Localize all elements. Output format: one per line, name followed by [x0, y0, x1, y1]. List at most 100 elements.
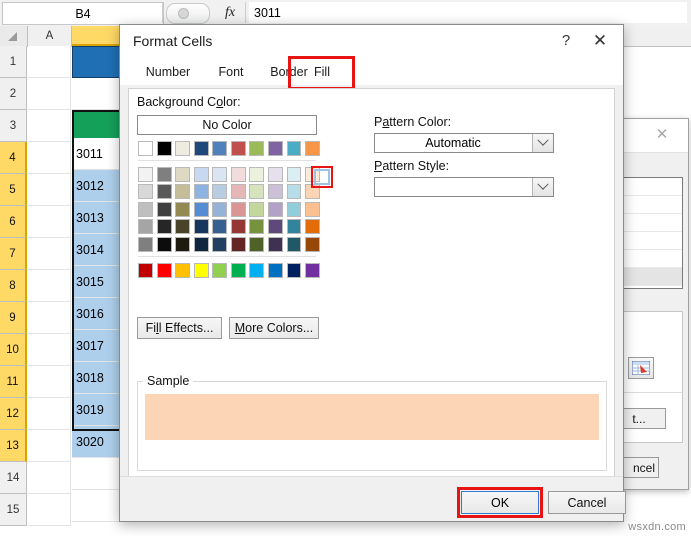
swatch-v1-2[interactable] [175, 167, 191, 182]
cancel-button[interactable]: Cancel [548, 491, 626, 514]
swatch-std-7[interactable] [267, 262, 283, 278]
row-header-7[interactable]: 7 [0, 238, 27, 270]
close-icon[interactable]: ✕ [589, 31, 611, 51]
swatch-v1-3[interactable] [193, 167, 209, 182]
swatch-theme-7[interactable] [267, 141, 283, 156]
list-item[interactable] [622, 196, 682, 214]
row-header-15[interactable]: 15 [0, 494, 27, 526]
chevron-down-icon[interactable] [532, 178, 553, 196]
swatch-v5-9[interactable] [305, 236, 321, 252]
swatch-v4-7[interactable] [267, 219, 283, 235]
fill-effects-button[interactable]: Fill Effects... [137, 317, 222, 339]
row-header-14[interactable]: 14 [0, 462, 27, 494]
row-header-13[interactable]: 13 [0, 430, 27, 462]
swatch-theme-2[interactable] [175, 141, 191, 156]
tab-font[interactable]: Font [204, 59, 258, 85]
cell-a5[interactable] [28, 174, 71, 206]
list-item[interactable] [622, 250, 682, 268]
swatch-v4-5[interactable] [230, 219, 246, 235]
cell-a15[interactable] [28, 494, 71, 526]
cell-a11[interactable] [28, 366, 71, 398]
swatch-v5-5[interactable] [230, 236, 246, 252]
list-item[interactable] [622, 214, 682, 232]
background-dialog-listbox[interactable] [621, 177, 683, 289]
name-box[interactable]: B4 [2, 2, 164, 25]
swatch-v1-7[interactable] [267, 167, 283, 182]
swatch-v2-3[interactable] [193, 184, 209, 200]
swatch-v2-2[interactable] [175, 184, 191, 200]
swatch-v3-2[interactable] [175, 201, 191, 217]
cell-a12[interactable] [28, 398, 71, 430]
row-header-6[interactable]: 6 [0, 206, 27, 238]
swatch-v1-6[interactable] [249, 167, 265, 182]
swatch-std-2[interactable] [175, 262, 191, 278]
swatch-v4-0[interactable] [138, 219, 153, 235]
cell-a13[interactable] [28, 430, 71, 462]
swatch-theme-1[interactable] [156, 141, 172, 156]
more-colors-button[interactable]: More Colors... [229, 317, 319, 339]
row-header-5[interactable]: 5 [0, 174, 27, 206]
swatch-theme-8[interactable] [286, 141, 302, 156]
swatch-v3-8[interactable] [286, 201, 302, 217]
swatch-v5-0[interactable] [138, 236, 153, 252]
swatch-theme-0[interactable] [138, 141, 153, 156]
swatch-v5-2[interactable] [175, 236, 191, 252]
swatch-std-8[interactable] [286, 262, 302, 278]
swatch-v3-1[interactable] [156, 201, 172, 217]
swatch-v1-4[interactable] [212, 167, 228, 182]
swatch-v5-3[interactable] [193, 236, 209, 252]
row-header-8[interactable]: 8 [0, 270, 27, 302]
cell-a9[interactable] [28, 302, 71, 334]
swatch-v4-4[interactable] [212, 219, 228, 235]
cell-a6[interactable] [28, 206, 71, 238]
swatch-v4-1[interactable] [156, 219, 172, 235]
swatch-std-6[interactable] [249, 262, 265, 278]
tab-number[interactable]: Number [136, 59, 200, 85]
row-header-9[interactable]: 9 [0, 302, 27, 334]
cell-a4[interactable] [28, 142, 71, 174]
row-header-4[interactable]: 4 [0, 142, 27, 174]
cell-a7[interactable] [28, 238, 71, 270]
formula-input[interactable]: 3011 [249, 2, 687, 23]
swatch-theme-5[interactable] [230, 141, 246, 156]
swatch-std-4[interactable] [212, 262, 228, 278]
help-icon[interactable]: ? [556, 31, 576, 51]
swatch-theme-4[interactable] [212, 141, 228, 156]
chevron-down-icon[interactable] [532, 134, 553, 152]
cell-a8[interactable] [28, 270, 71, 302]
no-color-button[interactable]: No Color [137, 115, 317, 135]
list-item[interactable] [622, 268, 682, 286]
swatch-v2-5[interactable] [230, 184, 246, 200]
list-item[interactable] [622, 178, 682, 196]
row-header-1[interactable]: 1 [0, 46, 27, 78]
cell-a1[interactable] [28, 46, 71, 78]
swatch-std-5[interactable] [230, 262, 246, 278]
swatch-v2-6[interactable] [249, 184, 265, 200]
swatch-v3-4[interactable] [212, 201, 228, 217]
swatch-v4-8[interactable] [286, 219, 302, 235]
swatch-v2-1[interactable] [156, 184, 172, 200]
swatch-std-0[interactable] [138, 262, 153, 278]
row-header-10[interactable]: 10 [0, 334, 27, 366]
swatch-v5-6[interactable] [249, 236, 265, 252]
swatch-v5-4[interactable] [212, 236, 228, 252]
list-item[interactable] [622, 232, 682, 250]
swatch-v3-9[interactable] [305, 201, 321, 217]
swatch-v4-9[interactable] [305, 219, 321, 235]
select-all-corner[interactable] [0, 26, 28, 46]
swatch-v1-1[interactable] [156, 167, 172, 182]
row-header-12[interactable]: 12 [0, 398, 27, 430]
swatch-std-9[interactable] [305, 262, 321, 278]
swatch-v3-0[interactable] [138, 201, 153, 217]
swatch-v2-0[interactable] [138, 184, 153, 200]
swatch-v3-6[interactable] [249, 201, 265, 217]
cell-a10[interactable] [28, 334, 71, 366]
swatch-v3-5[interactable] [230, 201, 246, 217]
close-icon[interactable]: ✕ [654, 127, 670, 143]
swatch-v5-7[interactable] [267, 236, 283, 252]
pattern-style-select[interactable] [374, 177, 554, 197]
row-header-3[interactable]: 3 [0, 110, 27, 142]
swatch-v1-5[interactable] [230, 167, 246, 182]
swatch-theme-3[interactable] [193, 141, 209, 156]
swatch-v1-0[interactable] [138, 167, 153, 182]
